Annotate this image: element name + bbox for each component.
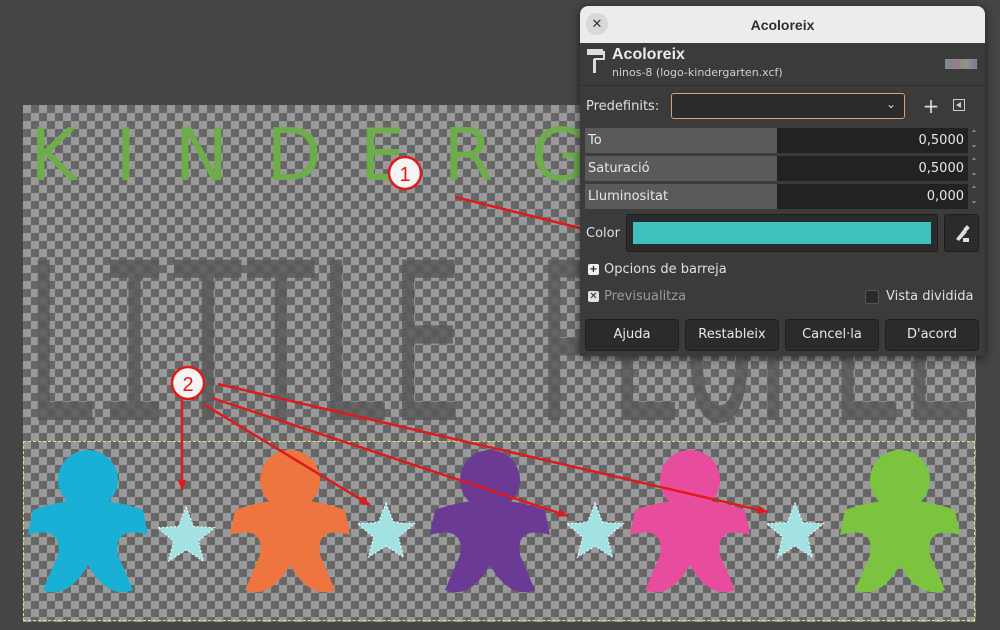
slider-hue-value: 0,5000 bbox=[918, 133, 965, 148]
color-picker-icon bbox=[956, 225, 970, 242]
color-label: Color bbox=[586, 226, 620, 241]
chevron-down-icon: ⌄ bbox=[885, 97, 896, 111]
presets-row: Predefinits: ⌄ + bbox=[580, 91, 985, 123]
slider-hue[interactable]: To 0,5000 bbox=[585, 128, 968, 153]
checkbox-checked-icon: ✕ bbox=[588, 291, 599, 302]
menu-arrow-icon[interactable] bbox=[953, 99, 965, 111]
ok-button[interactable]: D'acord bbox=[885, 319, 979, 351]
kinder-heading: KINDERG bbox=[30, 113, 625, 197]
hue-spin-buttons[interactable]: ⌃ ⌄ bbox=[968, 128, 980, 153]
split-view-checkbox[interactable]: Vista dividida bbox=[865, 289, 973, 304]
slider-saturation[interactable]: Saturació 0,5000 bbox=[585, 156, 968, 181]
preview-checkbox[interactable]: ✕ Previsualitza bbox=[588, 289, 686, 304]
slider-hue-label: To bbox=[588, 133, 602, 148]
close-icon[interactable]: ✕ bbox=[586, 13, 608, 35]
dialog-titlebar[interactable]: ✕ Acoloreix bbox=[580, 6, 985, 43]
color-picker-button[interactable] bbox=[944, 214, 979, 252]
header-title: Acoloreix bbox=[612, 46, 685, 63]
slider-lightness[interactable]: Lluminositat 0,000 bbox=[585, 184, 968, 209]
split-view-label: Vista dividida bbox=[886, 289, 974, 304]
header-subtitle: ninos-8 (logo-kindergarten.xcf) bbox=[612, 66, 783, 79]
reset-button[interactable]: Restableix bbox=[685, 319, 779, 351]
color-row: Color bbox=[580, 213, 985, 253]
color-swatch bbox=[633, 222, 931, 244]
slider-lightness-label: Lluminositat bbox=[588, 189, 669, 204]
presets-dropdown[interactable]: ⌄ bbox=[671, 93, 905, 119]
layer-thumbnail bbox=[945, 59, 977, 69]
paint-roller-icon bbox=[587, 49, 605, 73]
dialog-title: Acoloreix bbox=[750, 16, 815, 33]
blend-options-label: Opcions de barreja bbox=[604, 262, 727, 277]
lightness-spin-buttons[interactable]: ⌃ ⌄ bbox=[968, 184, 980, 209]
presets-label: Predefinits: bbox=[586, 99, 660, 114]
help-button[interactable]: Ajuda bbox=[585, 319, 679, 351]
slider-saturation-value: 0,5000 bbox=[918, 161, 965, 176]
slider-saturation-label: Saturació bbox=[588, 161, 650, 176]
blend-options-expander[interactable]: + Opcions de barreja bbox=[588, 262, 727, 277]
cancel-button[interactable]: Cancel·la bbox=[785, 319, 879, 351]
saturation-spin-buttons[interactable]: ⌃ ⌄ bbox=[968, 156, 980, 181]
dialog-header: Acoloreix ninos-8 (logo-kindergarten.xcf… bbox=[580, 43, 985, 86]
color-button[interactable] bbox=[626, 214, 938, 252]
expand-plus-icon: + bbox=[588, 264, 599, 275]
slider-hue-fill bbox=[585, 128, 777, 153]
slider-lightness-value: 0,000 bbox=[926, 189, 964, 204]
colorize-dialog: ✕ Acoloreix Acoloreix ninos-8 (logo-kind… bbox=[580, 6, 985, 356]
plus-icon[interactable]: + bbox=[920, 93, 942, 119]
checkbox-unchecked-icon bbox=[865, 289, 879, 304]
selection-marquee bbox=[23, 441, 975, 621]
preview-label: Previsualitza bbox=[604, 289, 687, 304]
